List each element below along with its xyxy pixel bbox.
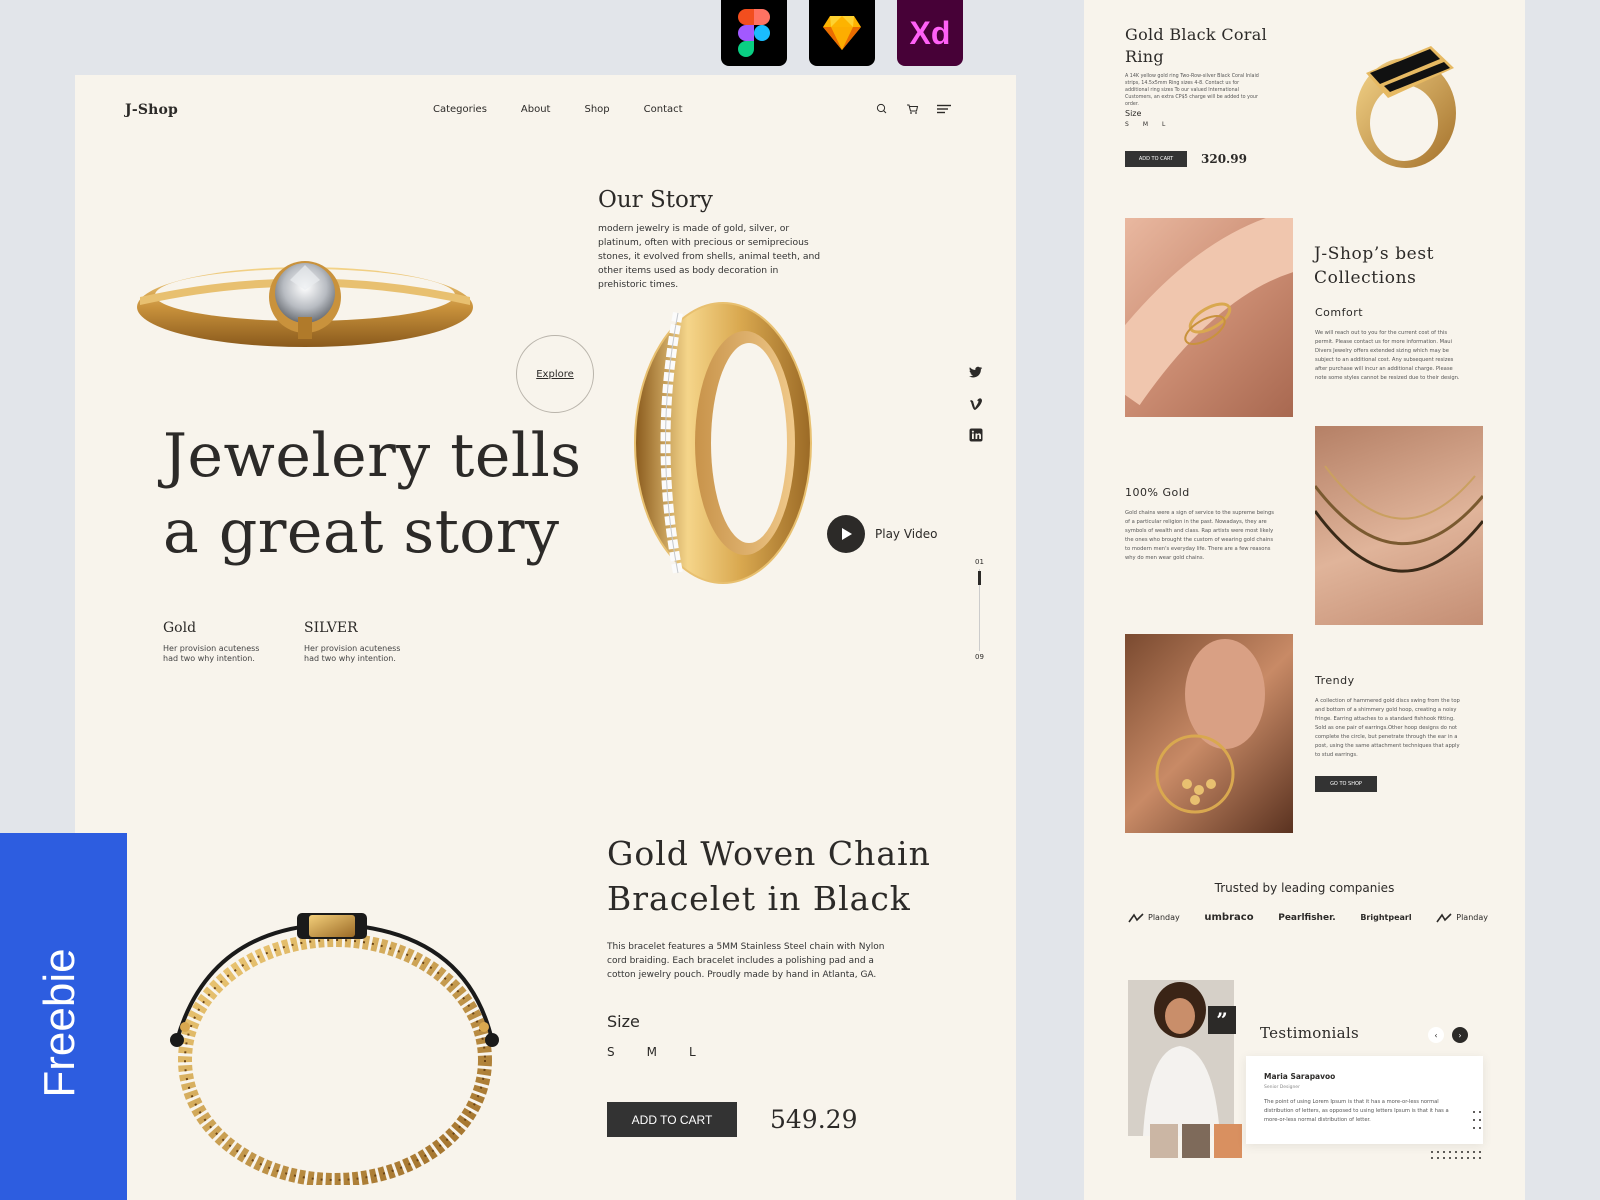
story-text: modern jewelry is made of gold, silver, … [598,223,821,290]
xd-icon: Xd [897,0,963,66]
size-option-s[interactable]: S [1125,121,1129,128]
material-text: Her provision acuteness had two why inte… [163,644,260,663]
material-title: SILVER [304,620,358,636]
product-title: Gold Woven Chain Bracelet in Black [607,831,931,921]
hero-headline-line1: Jewelery tells [163,421,582,491]
size-option-m[interactable]: M [1143,121,1148,128]
nav-link-about[interactable]: About [521,104,551,115]
trendy-text: A collection of hammered gold discs swin… [1315,698,1460,758]
size-option-l[interactable]: L [689,1045,696,1059]
product-title-line1: Gold Woven Chain [607,834,931,873]
coral-ring-size-label: Size [1125,109,1142,118]
company-logo: umbraco [1204,912,1254,923]
company-logos: Planday umbraco Pearlfisher. Brightpearl… [1128,912,1488,923]
size-label: Size [607,1012,640,1031]
thumbnail[interactable] [1182,1124,1210,1158]
hero-headline: Jewelery tells a great story [163,418,582,570]
bracelet-image [147,865,507,1189]
play-video-label[interactable]: Play Video [875,527,937,541]
go-to-shop-button[interactable]: GO TO SHOP [1315,776,1377,792]
gold-title: 100% Gold [1125,486,1190,499]
nav-link-shop[interactable]: Shop [584,104,609,115]
add-to-cart-button[interactable]: ADD TO CART [607,1102,737,1137]
material-title: Gold [163,620,197,636]
testimonial-photo [1128,980,1234,1136]
thumbnail[interactable] [1150,1124,1178,1158]
trendy-title: Trendy [1315,674,1355,687]
gold-text: Gold chains were a sign of service to th… [1125,510,1274,561]
quote-icon: ” [1208,1006,1236,1034]
product-title-line2: Bracelet in Black [607,879,911,918]
size-option-m[interactable]: M [647,1045,657,1059]
coral-ring-size-options: S M L [1125,121,1165,128]
play-video-button[interactable]: Play Video [827,515,937,553]
collections-title: J-Shop’s best Collections [1314,242,1434,290]
material-text: Her provision acuteness had two why inte… [304,644,401,663]
trusted-title: Trusted by leading companies [1214,881,1395,895]
play-icon[interactable] [827,515,865,553]
reviewer-role: Senior Designer [1264,1085,1300,1090]
coral-ring-price: 320.99 [1201,152,1247,166]
freebie-banner: Freebie [0,833,127,1200]
coral-ring-description: A 14K yellow gold ring Two-Row-silver Bl… [1125,74,1259,107]
landing-page: J-Shop Categories About Shop Contact Our… [75,75,1016,1200]
product-price: 549.29 [770,1105,858,1134]
testimonials-title: Testimonials [1260,1024,1359,1042]
collections-title-line1: J-Shop’s best [1314,244,1435,264]
comfort-title: Comfort [1315,306,1364,319]
hero-headline-line2: a great story [163,497,560,567]
reviewer-name: Maria Sarapavoo [1264,1072,1336,1081]
social-links [969,363,983,446]
story-title: Our Story [598,187,713,213]
necklace-photo [1315,426,1483,625]
size-options: S M L [607,1045,696,1059]
chevron-left-icon[interactable]: ‹ [1428,1027,1444,1043]
material-silver: SILVER Her provision acuteness had two w… [304,620,414,664]
gold-band-ring-image [623,293,823,597]
earring-photo [1125,634,1293,833]
slide-counter-current: 01 [975,558,984,566]
search-icon[interactable] [875,101,889,115]
chevron-right-icon[interactable]: › [1452,1027,1468,1043]
freebie-label: Freebie [35,948,84,1098]
linkedin-icon[interactable] [969,427,983,446]
coral-ring-title: Gold Black Coral Ring [1125,24,1267,68]
explore-button[interactable]: Explore [516,335,594,413]
vimeo-icon[interactable] [969,395,983,414]
company-logo: Planday [1128,912,1180,923]
coral-ring-add-to-cart-button[interactable]: ADD TO CART [1125,151,1187,167]
twitter-icon[interactable] [969,363,983,382]
size-option-s[interactable]: S [607,1045,615,1059]
right-preview-panel: Gold Black Coral Ring A 14K yellow gold … [1084,0,1525,1200]
coral-ring-title-line1: Gold Black Coral [1125,25,1267,44]
nav-link-categories[interactable]: Categories [433,104,487,115]
diamond-ring-image [130,235,480,379]
material-gold: Gold Her provision acuteness had two why… [163,620,273,664]
site-logo[interactable]: J-Shop [125,102,178,118]
collections-title-line2: Collections [1314,268,1417,288]
coral-ring-title-line2: Ring [1125,47,1164,66]
cart-icon[interactable] [905,101,919,115]
company-logo: Pearlfisher. [1278,912,1336,923]
size-option-l[interactable]: L [1162,121,1165,128]
company-logo: Brightpearl [1360,913,1412,922]
menu-icon[interactable] [935,101,953,115]
company-logo: Planday [1436,912,1488,923]
product-description: This bracelet features a 5MM Stainless S… [607,942,885,980]
figma-icon [721,0,787,66]
testimonial-thumbnails [1150,1124,1242,1158]
finger-ring-photo [1125,218,1293,417]
thumbnail[interactable] [1214,1124,1242,1158]
nav-link-contact[interactable]: Contact [644,104,683,115]
dot-pattern [1428,1108,1484,1164]
nav-icons [875,101,953,115]
testimonial-arrows: ‹ › [1428,1027,1468,1043]
nav-links: Categories About Shop Contact [433,104,683,115]
sketch-icon [809,0,875,66]
comfort-text: We will reach out to you for the current… [1315,330,1460,381]
coral-ring-image [1346,28,1466,182]
slide-counter-total: 09 [975,653,984,661]
slide-progress-fill [978,571,981,585]
